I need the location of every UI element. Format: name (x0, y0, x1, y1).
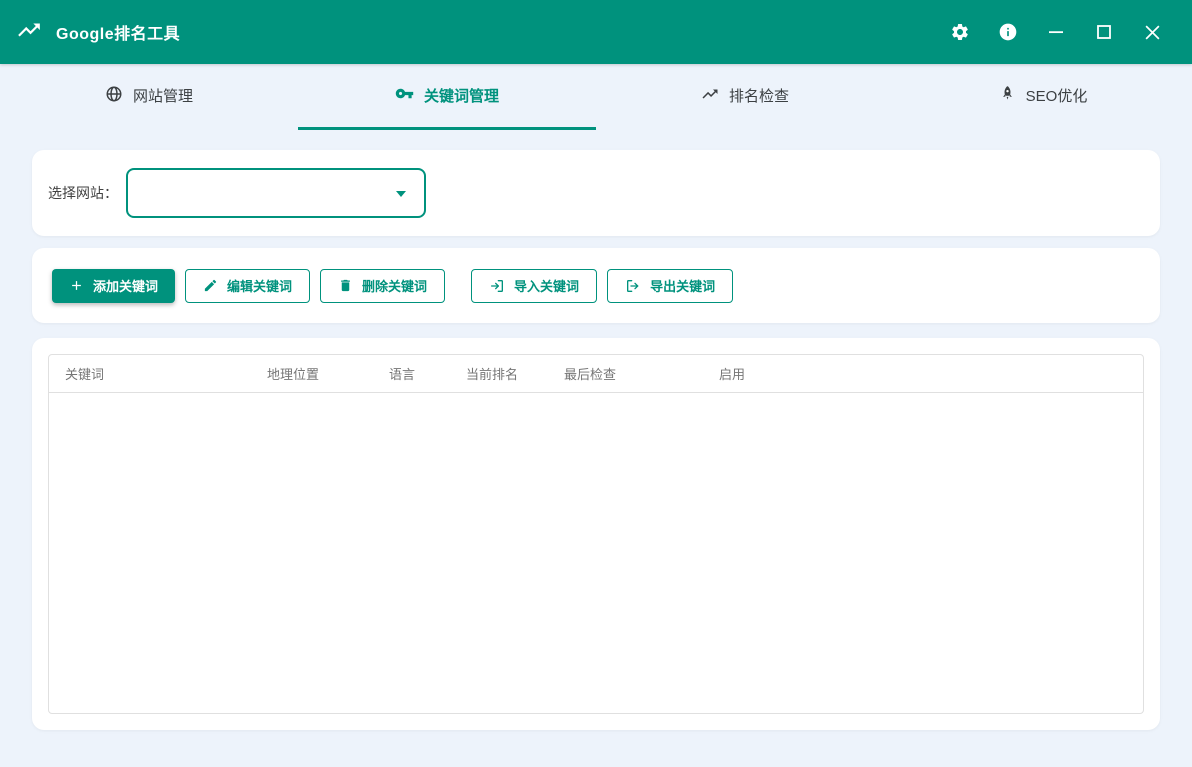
import-keyword-label: 导入关键词 (514, 276, 579, 295)
close-button[interactable] (1128, 10, 1176, 54)
globe-icon (105, 85, 123, 107)
export-keyword-label: 导出关键词 (650, 276, 715, 295)
minimize-button[interactable] (1032, 10, 1080, 54)
column-header-enabled: 启用 (703, 355, 1143, 392)
tab-label: SEO优化 (1026, 85, 1088, 106)
close-icon (1144, 24, 1161, 41)
column-header-language: 语言 (373, 355, 450, 392)
delete-keyword-button[interactable]: 删除关键词 (320, 269, 445, 303)
column-header-last-check: 最后检查 (548, 355, 703, 392)
main-content: 选择网站： 添加关键词 编辑关键词 删除关键词 (0, 130, 1192, 730)
app-window: { "window": { "title": "Google排名工具" }, "… (0, 0, 1192, 767)
minimize-icon (1048, 24, 1064, 40)
app-title: Google排名工具 (56, 20, 180, 44)
pencil-icon (203, 278, 218, 293)
maximize-icon (1096, 24, 1112, 40)
tab-label: 排名检查 (729, 85, 789, 106)
tab-label: 关键词管理 (424, 85, 499, 106)
table-header-row: 关键词 地理位置 语言 当前排名 最后检查 启用 (49, 355, 1143, 392)
export-keyword-button[interactable]: 导出关键词 (607, 269, 733, 303)
key-icon (395, 84, 414, 107)
settings-button[interactable] (936, 10, 984, 54)
maximize-button[interactable] (1080, 10, 1128, 54)
gear-icon (950, 22, 970, 42)
keyword-table-card: 关键词 地理位置 语言 当前排名 最后检查 启用 (32, 338, 1160, 730)
site-selector-card: 选择网站： (32, 150, 1160, 236)
info-button[interactable] (984, 10, 1032, 54)
rocket-icon (999, 85, 1016, 106)
tab-website-management[interactable]: 网站管理 (0, 64, 298, 130)
tab-keyword-management[interactable]: 关键词管理 (298, 64, 596, 130)
tab-rank-check[interactable]: 排名检查 (596, 64, 894, 130)
site-select-dropdown[interactable] (126, 168, 426, 218)
trending-up-icon (701, 85, 719, 107)
titlebar: Google排名工具 (0, 0, 1192, 64)
chevron-down-icon (396, 191, 406, 197)
site-selector-label: 选择网站： (48, 183, 118, 203)
column-header-location: 地理位置 (251, 355, 373, 392)
titlebar-controls (936, 10, 1176, 54)
tab-bar: 网站管理 关键词管理 排名检查 SEO优化 (0, 64, 1192, 130)
trash-icon (338, 278, 353, 293)
export-icon (625, 278, 641, 294)
column-header-current-rank: 当前排名 (450, 355, 548, 392)
add-keyword-button[interactable]: 添加关键词 (52, 269, 175, 303)
titlebar-left: Google排名工具 (16, 17, 180, 48)
info-icon (998, 22, 1018, 42)
keyword-toolbar-card: 添加关键词 编辑关键词 删除关键词 导入关键词 导出关键词 (32, 248, 1160, 323)
edit-keyword-button[interactable]: 编辑关键词 (185, 269, 310, 303)
add-keyword-label: 添加关键词 (93, 276, 158, 295)
delete-keyword-label: 删除关键词 (362, 276, 427, 295)
import-keyword-button[interactable]: 导入关键词 (471, 269, 597, 303)
trending-up-icon (16, 17, 42, 48)
tab-label: 网站管理 (133, 85, 193, 106)
plus-icon (69, 278, 84, 293)
column-header-keyword: 关键词 (49, 355, 251, 392)
import-icon (489, 278, 505, 294)
tab-seo-optimization[interactable]: SEO优化 (894, 64, 1192, 130)
keyword-table: 关键词 地理位置 语言 当前排名 最后检查 启用 (48, 354, 1144, 714)
edit-keyword-label: 编辑关键词 (227, 276, 292, 295)
